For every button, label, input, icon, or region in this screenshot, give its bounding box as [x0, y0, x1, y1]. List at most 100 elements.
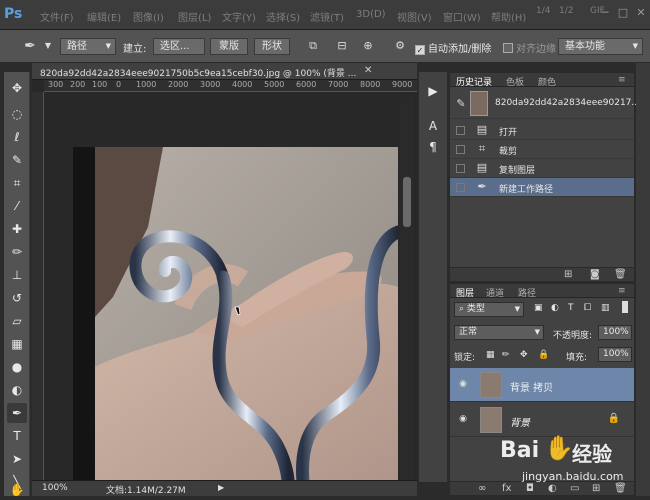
history-checkbox[interactable] — [456, 126, 465, 135]
eraser-tool-icon[interactable]: ▱ — [7, 311, 27, 331]
document-image[interactable] — [73, 147, 398, 482]
menu-layer[interactable]: 图层(L) — [178, 9, 211, 24]
panel-menu-icon[interactable]: ≡ — [618, 75, 626, 85]
menu-type[interactable]: 文字(Y) — [222, 9, 256, 24]
scroll-thumb[interactable] — [403, 177, 411, 227]
gradient-tool-icon[interactable]: ▦ — [7, 334, 27, 354]
path-operations-icon[interactable]: ⧉ — [305, 38, 321, 54]
history-item[interactable]: ▤ 打开 — [450, 121, 634, 140]
dodge-tool-icon[interactable]: ◐ — [7, 380, 27, 400]
menu-3d[interactable]: 3D(D) — [356, 9, 386, 20]
visibility-eye-icon[interactable]: ◉ — [458, 414, 468, 424]
brush-source-icon[interactable]: ✎ — [454, 97, 468, 111]
menu-view[interactable]: 视图(V) — [397, 9, 432, 24]
eyedropper-tool-icon[interactable]: ⁄ — [7, 196, 27, 216]
character-icon[interactable]: A — [424, 117, 442, 135]
lasso-tool-icon[interactable]: ℓ — [7, 127, 27, 147]
filter-pixel-icon[interactable]: ▣ — [534, 303, 543, 313]
document-tab[interactable]: 820da92dd42a2834eee9021750b5c9ea15cebf30… — [32, 63, 417, 80]
workspace-select[interactable]: 基本功能 ▼ — [558, 38, 643, 55]
healing-brush-tool-icon[interactable]: ✚ — [7, 219, 27, 239]
tab-color[interactable]: 颜色 — [538, 75, 556, 88]
layer-filter-select[interactable]: ⌕ 类型 ▼ — [454, 302, 524, 317]
history-brush-tool-icon[interactable]: ↺ — [7, 288, 27, 308]
canvas-area[interactable] — [44, 92, 417, 482]
zoom-level[interactable]: 100% — [42, 483, 68, 493]
fill-field[interactable]: 100% — [598, 347, 632, 362]
move-tool-icon[interactable]: ✥ — [7, 78, 27, 98]
trash-icon[interactable]: 🗑 — [614, 269, 627, 280]
path-selection-tool-icon[interactable]: ➤ — [7, 449, 27, 469]
layer-name[interactable]: 背景 拷贝 — [510, 379, 553, 394]
mode-select[interactable]: 路径 ▼ — [60, 38, 116, 55]
history-item-label: 新建工作路径 — [499, 185, 554, 195]
auto-add-delete-option[interactable]: ✓ 自动添加/删除 — [415, 40, 491, 55]
menu-edit[interactable]: 编辑(E) — [87, 9, 121, 24]
checkbox-icon[interactable] — [503, 43, 513, 53]
close-document-icon[interactable]: ✕ — [364, 65, 372, 76]
blur-tool-icon[interactable]: ● — [7, 357, 27, 377]
layer-name[interactable]: 背景 — [510, 414, 530, 429]
clone-stamp-tool-icon[interactable]: ⊥ — [7, 265, 27, 285]
checkbox-icon[interactable]: ✓ — [415, 45, 425, 55]
lock-image-icon[interactable]: ✏ — [502, 350, 510, 360]
crop-tool-icon[interactable]: ⌗ — [7, 173, 27, 193]
visibility-eye-icon[interactable]: ◉ — [458, 379, 468, 389]
filter-type-icon[interactable]: T — [568, 303, 574, 313]
lock-position-icon[interactable]: ✥ — [520, 350, 528, 360]
menu-image[interactable]: 图像(I) — [133, 9, 164, 24]
layer-row-background-copy[interactable]: ◉ 背景 拷贝 — [450, 368, 634, 402]
brush-tool-icon[interactable]: ✏ — [7, 242, 27, 262]
hand-tool-icon[interactable]: ✋ — [7, 480, 27, 500]
chevron-down-icon[interactable]: ▼ — [40, 38, 56, 54]
align-edges-option[interactable]: 对齐边缘 — [503, 40, 556, 55]
quick-selection-tool-icon[interactable]: ✎ — [7, 150, 27, 170]
path-arrangement-icon[interactable]: ⊕ — [360, 38, 376, 54]
panel-menu-icon[interactable]: ≡ — [618, 286, 626, 296]
new-document-from-state-icon[interactable]: ⊞ — [564, 269, 572, 280]
history-checkbox[interactable] — [456, 183, 465, 192]
camera-icon[interactable]: ◙ — [590, 269, 600, 280]
history-item[interactable]: ⌗ 裁剪 — [450, 140, 634, 159]
link-layers-icon[interactable]: ∞ — [478, 483, 486, 494]
minimize-button[interactable]: ─ — [596, 4, 614, 22]
tab-paths[interactable]: 路径 — [518, 286, 536, 299]
tab-layers[interactable]: 图层 — [451, 284, 479, 300]
vertical-scrollbar[interactable] — [400, 97, 414, 480]
pen-tool-icon[interactable]: ✒ — [7, 403, 27, 423]
paragraph-icon[interactable]: ¶ — [424, 138, 442, 156]
menu-window[interactable]: 窗口(W) — [443, 9, 481, 24]
history-checkbox[interactable] — [456, 164, 465, 173]
marquee-tool-icon[interactable]: ◌ — [7, 104, 27, 124]
lock-transparent-icon[interactable]: ▦ — [486, 350, 495, 360]
lock-all-icon[interactable]: 🔒 — [538, 350, 549, 360]
opacity-field[interactable]: 100% — [598, 325, 632, 340]
filter-adjustment-icon[interactable]: ◐ — [551, 303, 559, 313]
history-item-selected[interactable]: ✒ 新建工作路径 — [450, 178, 634, 197]
close-button[interactable]: ✕ — [632, 4, 650, 22]
selection-button[interactable]: 选区... — [153, 38, 205, 55]
menu-filter[interactable]: 滤镜(T) — [310, 9, 344, 24]
gear-icon[interactable]: ⚙ — [392, 38, 408, 54]
blend-mode-select[interactable]: 正常 ▼ — [454, 325, 544, 340]
filter-toggle[interactable] — [622, 301, 628, 313]
menu-select[interactable]: 选择(S) — [266, 9, 300, 24]
tab-channels[interactable]: 通道 — [486, 286, 504, 299]
mask-button[interactable]: 蒙版 — [210, 38, 248, 55]
history-item[interactable]: ▤ 复制图层 — [450, 159, 634, 178]
history-checkbox[interactable] — [456, 145, 465, 154]
path-alignment-icon[interactable]: ⊟ — [334, 38, 350, 54]
shape-button[interactable]: 形状 — [254, 38, 290, 55]
type-tool-icon[interactable]: T — [7, 426, 27, 446]
menu-file[interactable]: 文件(F) — [40, 9, 74, 24]
maximize-button[interactable]: □ — [614, 4, 632, 22]
play-icon[interactable]: ▶ — [424, 82, 442, 100]
tab-swatches[interactable]: 色板 — [506, 75, 524, 88]
tab-history[interactable]: 历史记录 — [451, 73, 497, 89]
filter-shape-icon[interactable]: ⧠ — [584, 303, 591, 313]
menu-help[interactable]: 帮助(H) — [491, 9, 526, 24]
pen-tool-preset-icon[interactable]: ✒ — [22, 38, 38, 54]
filter-smart-object-icon[interactable]: ▥ — [601, 303, 610, 313]
status-arrow-icon[interactable]: ▶ — [218, 483, 224, 492]
history-snapshot[interactable]: ✎ 820da92dd42a2834eee90217... — [450, 89, 640, 119]
